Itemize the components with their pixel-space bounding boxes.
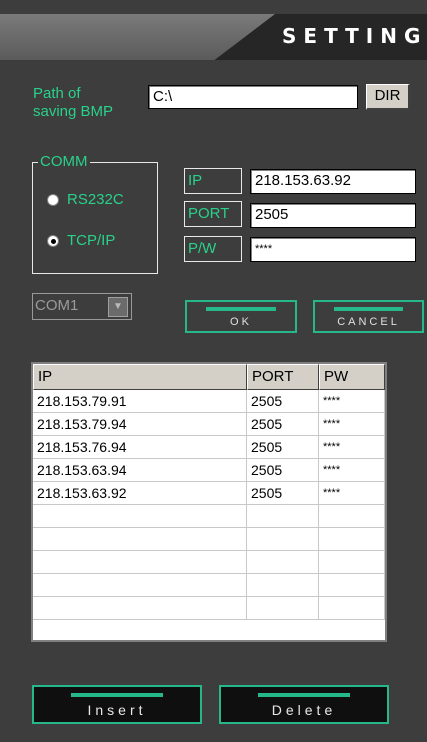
cell-pw	[319, 528, 385, 550]
cell-ip: 218.153.76.94	[33, 436, 247, 458]
ok-button[interactable]: OK	[185, 300, 297, 333]
cell-ip	[33, 505, 247, 527]
cell-ip: 218.153.79.91	[33, 390, 247, 412]
column-header-ip[interactable]: IP	[33, 364, 247, 390]
radio-rs232c-circle[interactable]	[47, 194, 59, 206]
table-row[interactable]: 218.153.76.94 2505 ****	[33, 436, 385, 459]
table-row[interactable]	[33, 505, 385, 528]
port-field[interactable]: 2505	[250, 203, 416, 228]
cell-pw	[319, 597, 385, 619]
cell-port	[247, 597, 319, 619]
table-row[interactable]	[33, 574, 385, 597]
cancel-button-label: CANCEL	[337, 316, 400, 328]
path-label-line1: Path of	[33, 85, 81, 102]
cell-ip: 218.153.63.94	[33, 459, 247, 481]
ok-button-label: OK	[230, 316, 252, 328]
delete-button-label: Delete	[271, 702, 337, 718]
column-header-pw[interactable]: PW	[319, 364, 385, 390]
table-row[interactable]: 218.153.63.94 2505 ****	[33, 459, 385, 482]
cancel-button[interactable]: CANCEL	[313, 300, 424, 333]
path-input[interactable]: C:\	[148, 85, 358, 109]
table-row[interactable]: 218.153.79.94 2505 ****	[33, 413, 385, 436]
page-title: SETTING	[282, 24, 427, 48]
cell-pw	[319, 505, 385, 527]
radio-tcpip-label: TCP/IP	[67, 232, 116, 249]
cell-port: 2505	[247, 459, 319, 481]
ip-field[interactable]: 218.153.63.92	[250, 169, 416, 194]
cell-port	[247, 528, 319, 550]
cell-pw: ****	[319, 436, 385, 458]
dir-button[interactable]: DIR	[366, 84, 410, 110]
radio-rs232c-label: RS232C	[67, 191, 124, 208]
cancel-button-bar	[334, 307, 403, 311]
cell-ip	[33, 574, 247, 596]
cell-ip	[33, 551, 247, 573]
connection-table[interactable]: IP PORT PW 218.153.79.91 2505 **** 218.1…	[31, 362, 387, 642]
insert-button[interactable]: Insert	[32, 685, 202, 724]
table-header: IP PORT PW	[33, 364, 385, 390]
table-row[interactable]	[33, 551, 385, 574]
chevron-down-icon[interactable]: ▼	[108, 297, 128, 317]
port-label: PORT	[184, 201, 242, 227]
cell-port: 2505	[247, 413, 319, 435]
cell-pw: ****	[319, 482, 385, 504]
insert-button-label: Insert	[87, 702, 147, 718]
column-header-port[interactable]: PORT	[247, 364, 319, 390]
cell-port	[247, 574, 319, 596]
cell-pw: ****	[319, 390, 385, 412]
delete-button[interactable]: Delete	[219, 685, 389, 724]
table-body: 218.153.79.91 2505 **** 218.153.79.94 25…	[33, 390, 385, 620]
comm-groupbox	[32, 162, 158, 274]
cell-pw	[319, 574, 385, 596]
insert-button-bar	[70, 693, 164, 697]
cell-port: 2505	[247, 390, 319, 412]
table-row[interactable]	[33, 597, 385, 620]
cell-ip	[33, 597, 247, 619]
cell-pw	[319, 551, 385, 573]
table-row[interactable]	[33, 528, 385, 551]
cell-pw: ****	[319, 459, 385, 481]
delete-button-bar	[257, 693, 351, 697]
path-label-line2: saving BMP	[33, 103, 114, 120]
ok-button-bar	[206, 307, 276, 311]
radio-tcpip-circle[interactable]	[47, 235, 59, 247]
cell-port	[247, 505, 319, 527]
com-port-value: COM1	[35, 297, 79, 314]
ip-label: IP	[184, 168, 242, 194]
cell-ip	[33, 528, 247, 550]
comm-legend: COMM	[38, 153, 90, 170]
cell-port	[247, 551, 319, 573]
cell-ip: 218.153.79.94	[33, 413, 247, 435]
cell-port: 2505	[247, 436, 319, 458]
pw-label: P/W	[184, 236, 242, 262]
cell-port: 2505	[247, 482, 319, 504]
pw-field[interactable]: ****	[250, 237, 416, 262]
table-row[interactable]: 218.153.79.91 2505 ****	[33, 390, 385, 413]
cell-ip: 218.153.63.92	[33, 482, 247, 504]
table-row[interactable]: 218.153.63.92 2505 ****	[33, 482, 385, 505]
path-label: Path of saving BMP	[33, 85, 113, 121]
cell-pw: ****	[319, 413, 385, 435]
